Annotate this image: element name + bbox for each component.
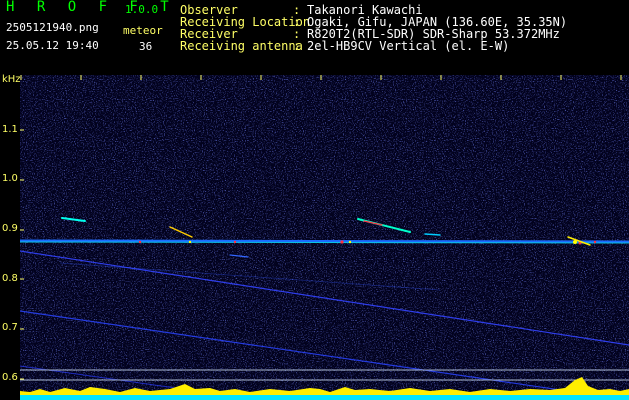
antenna-colon: : (293, 39, 301, 53)
file-name: 2505121940.png (6, 21, 99, 34)
y-axis-unit: kHz (2, 74, 21, 85)
antenna-value: 2el-HB9CV Vertical (el. E-W) (307, 39, 510, 53)
spectrogram-canvas (20, 75, 629, 400)
y-tick-label: 0.8 (2, 273, 18, 284)
spectrogram (20, 75, 629, 400)
date-time: 25.05.12 19:40 (6, 39, 99, 52)
antenna-label: Receiving antenna (180, 39, 303, 53)
app-version: 1.0.0 (125, 3, 159, 16)
y-tick-label: 0.9 (2, 223, 18, 234)
y-tick-label: 0.7 (2, 322, 18, 333)
y-tick-label: 0.6 (2, 372, 18, 383)
y-tick-label: 1.0 (2, 173, 18, 184)
y-tick-label: 1.1 (2, 124, 18, 135)
hrofft-window: H R O F F T 1.0.0 2505121940.png 25.05.1… (0, 0, 629, 400)
noise-floor (20, 395, 629, 400)
meteor-label: meteor (123, 24, 163, 37)
meteor-count: 36 (139, 40, 153, 53)
noise-texture (20, 75, 629, 400)
